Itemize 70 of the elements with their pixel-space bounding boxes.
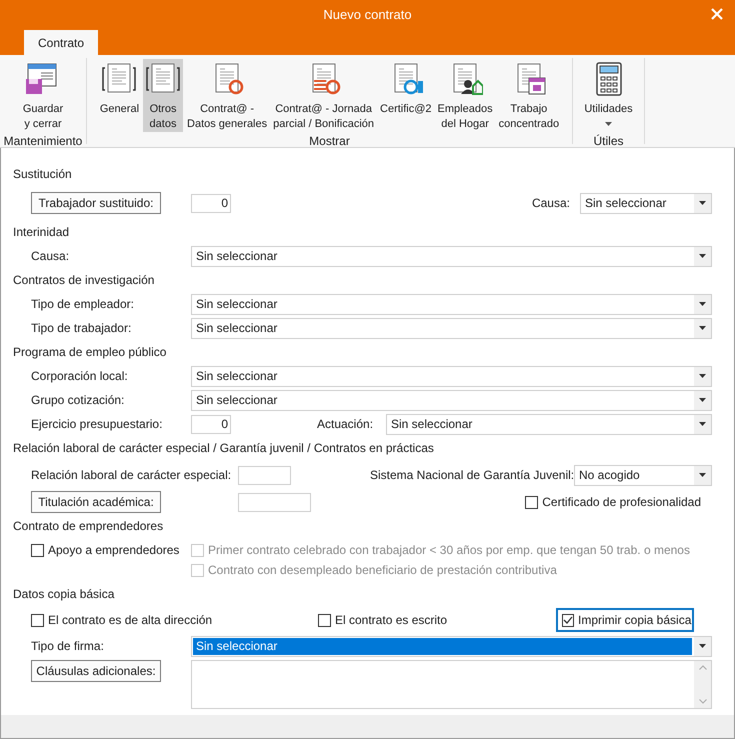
field-label: Relación laboral de carácter especial:	[31, 467, 232, 484]
caret-icon	[699, 398, 706, 402]
dropdown[interactable]: Sin seleccionar	[191, 636, 712, 656]
dropdown[interactable]: Sin seleccionar	[191, 390, 712, 410]
caret-icon	[699, 201, 706, 205]
caret-icon	[699, 473, 706, 477]
section-heading: Programa de empleo público	[13, 344, 168, 361]
field-label: Actuación:	[317, 416, 374, 433]
field-label: Sistema Nacional de Garantía Juvenil:	[370, 467, 574, 484]
action-button[interactable]: Trabajador sustituido:	[31, 192, 161, 214]
caret-icon	[699, 644, 706, 648]
ribbon-button[interactable]: Trabajo concentrado	[496, 59, 562, 132]
field-label: Causa:	[532, 195, 570, 212]
caret-icon	[699, 326, 706, 330]
field-label: Tipo de trabajador:	[31, 320, 132, 337]
scroll-down-icon	[698, 699, 706, 704]
group-label: Mantenimiento	[4, 133, 82, 150]
caret-icon	[699, 422, 706, 426]
section-heading: Contrato de emprendedores	[13, 518, 164, 535]
dropdown[interactable]: Sin seleccionar	[191, 246, 712, 266]
dropdown[interactable]: Sin seleccionar	[580, 192, 712, 214]
checkbox[interactable]: El contrato es de alta dirección	[31, 610, 318, 630]
close-icon	[711, 8, 723, 20]
section-heading: Interinidad	[13, 224, 70, 241]
ribbon-button[interactable]: General	[98, 59, 142, 132]
action-button[interactable]: Cláusulas adicionales:	[31, 660, 161, 682]
field-label: Ejercicio presupuestario:	[31, 416, 164, 433]
checkbox: Primer contrato celebrado con trabajador < 30 años por emp. que tengan 50 trab. o menos	[191, 540, 690, 560]
dropdown[interactable]: Sin seleccionar	[386, 414, 712, 434]
checkbox[interactable]: El contrato es escrito	[318, 610, 556, 630]
checkbox[interactable]: Imprimir copia básica	[556, 608, 694, 632]
checkbox[interactable]: Certificado de profesionalidad	[525, 492, 701, 512]
ribbon-button[interactable]: Guardar y cerrar	[20, 59, 66, 132]
dropdown[interactable]: Sin seleccionar	[191, 318, 712, 338]
input-field[interactable]: 0	[191, 414, 231, 434]
section-heading: Relación laboral de carácter especial / Garantía juvenil / Contratos en prácticas	[13, 440, 435, 457]
scroll-up-icon	[698, 665, 706, 670]
ribbon-button[interactable]: Empleados del Hogar	[436, 59, 495, 132]
section-heading: Contratos de investigación	[13, 272, 156, 289]
dropdown[interactable]: No acogido	[574, 464, 712, 486]
group-label: Útiles	[593, 133, 624, 150]
dropdown[interactable]: Sin seleccionar	[191, 294, 712, 314]
action-button[interactable]: Titulación académica:	[31, 491, 161, 513]
input-field[interactable]: 0	[191, 194, 231, 212]
ribbon-button[interactable]: Certific@2	[378, 59, 434, 132]
checkbox: Contrato con desempleado beneficiario de prestación contributiva	[191, 560, 690, 580]
ribbon-button[interactable]: Contrat@ - Datos generales	[185, 59, 270, 132]
field-label: Corporación local:	[31, 368, 129, 385]
group-label: Mostrar	[309, 133, 350, 150]
caret-icon	[699, 302, 706, 306]
dropdown[interactable]: Sin seleccionar	[191, 366, 712, 386]
field-label: Tipo de empleador:	[31, 296, 135, 313]
ribbon-tab[interactable]: Contrato	[24, 30, 98, 55]
close-button[interactable]	[709, 6, 725, 22]
window-title: Nuevo contrato	[323, 6, 412, 24]
caret-icon	[699, 254, 706, 258]
ribbon-button[interactable]: Utilidades	[582, 59, 635, 132]
text-area[interactable]	[191, 660, 712, 709]
input-field[interactable]	[238, 492, 311, 512]
check-icon	[563, 616, 573, 624]
section-heading: Datos copia básica	[13, 586, 116, 603]
ribbon-button[interactable]: Otros datos	[143, 59, 184, 132]
field-label: Causa:	[31, 248, 70, 265]
field-label: Tipo de firma:	[31, 638, 105, 655]
checkbox[interactable]: Apoyo a emprendedores	[31, 540, 191, 560]
section-heading: Sustitución	[13, 166, 73, 183]
caret-icon	[699, 374, 706, 378]
ribbon-button[interactable]: Contrat@ - Jornada parcial / Bonificación	[271, 59, 376, 132]
field-label: Grupo cotización:	[31, 392, 126, 409]
input-field[interactable]	[238, 466, 291, 484]
